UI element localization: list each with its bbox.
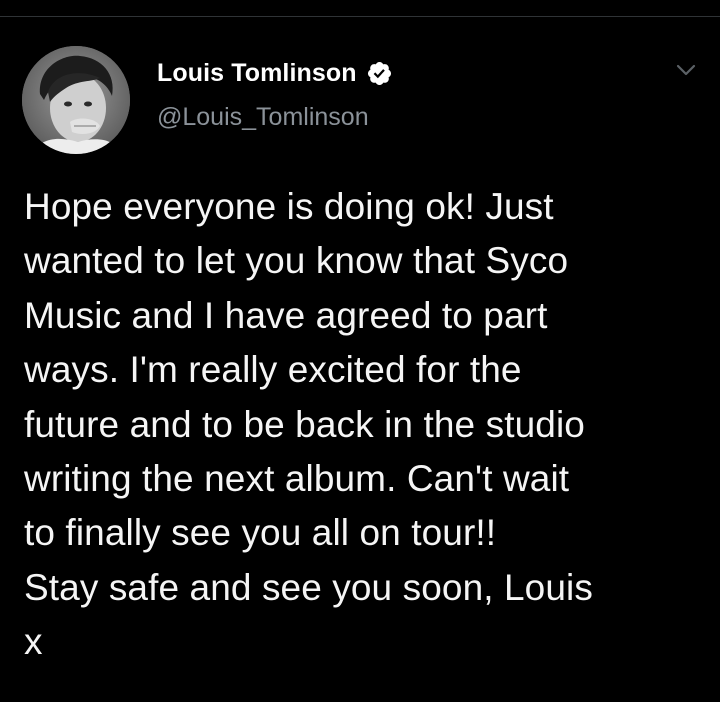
tweet-line: writing the next album. Can't wait (24, 458, 570, 500)
author-handle[interactable]: @Louis_Tomlinson (157, 103, 369, 132)
top-divider (0, 16, 720, 17)
tweet-line: Hope everyone is doing ok! Just (24, 186, 554, 227)
tweet-line: to finally see you all on tour!! (24, 512, 497, 554)
avatar[interactable] (22, 46, 130, 154)
tweet-line: future and to be back in the studio (24, 403, 585, 445)
verified-badge-icon (366, 60, 393, 87)
tweet-text: Hope everyone is doing ok! Just wanted t… (24, 180, 714, 670)
tweet-line: wanted to let you know that Syco (24, 240, 569, 282)
tweet-line: Stay safe and see you soon, Louis (24, 566, 593, 608)
tweet-line: ways. I'm really excited for the (24, 349, 522, 391)
chevron-down-icon[interactable] (673, 57, 699, 83)
tweet-line: Music and I have agreed to part (24, 294, 548, 336)
tweet-line: x (24, 621, 43, 663)
avatar-photo (22, 46, 130, 154)
author-name-row[interactable]: Louis Tomlinson (157, 56, 393, 90)
display-name[interactable]: Louis Tomlinson (157, 59, 357, 88)
